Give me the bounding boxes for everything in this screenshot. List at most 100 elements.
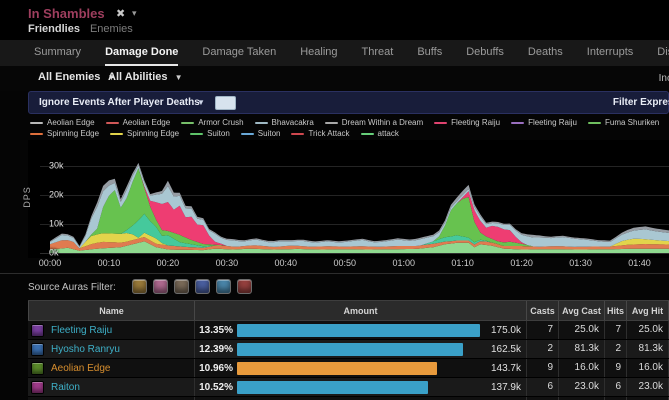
damage-bar	[237, 324, 480, 337]
chevron-down-icon: ▼	[175, 73, 183, 82]
tab-debuffs[interactable]: Debuffs	[466, 40, 504, 66]
report-tab-bar: Summary Damage Done Damage Taken Healing Thr…	[0, 40, 669, 66]
legend-item-bhavacakra[interactable]: Bhavacakra	[255, 118, 314, 127]
chevron-down-icon: ▼	[197, 98, 205, 107]
aura-icon-1[interactable]	[132, 279, 147, 294]
legend-color-mark	[325, 122, 338, 124]
avg-hit-cell: 25.0k	[627, 321, 669, 339]
y-tick-10k: 10k	[49, 219, 64, 229]
aura-icon-5[interactable]	[216, 279, 231, 294]
table-row-raiton[interactable]: Raiton10.52%137.9k623.0k623.0k	[28, 378, 669, 397]
enemies-dropdown-label: All Enemies	[38, 71, 100, 83]
tab-threat[interactable]: Threat	[362, 40, 394, 66]
legend-color-mark	[30, 133, 43, 135]
y-tick-0k: 0k	[49, 248, 59, 258]
column-header-hits[interactable]: Hits	[605, 301, 627, 320]
legend-color-mark	[255, 122, 268, 124]
x-tick-00-10: 00:10	[98, 258, 121, 268]
legend-color-mark	[190, 133, 203, 135]
legend-item-spinning-edge[interactable]: Spinning Edge	[30, 129, 99, 138]
table-row-fleeting-raiju[interactable]: Fleeting Raiju13.35%175.0k725.0k725.0k	[28, 321, 669, 340]
aura-icon-2[interactable]	[153, 279, 168, 294]
ignore-deaths-bar: Ignore Events After Player Deaths ▼ Filt…	[28, 91, 669, 114]
ability-name-link[interactable]: Raiton	[51, 382, 80, 393]
legend-item-label: attack	[378, 129, 399, 138]
legend-color-mark	[241, 133, 254, 135]
casts-cell: 7	[527, 321, 559, 339]
ignore-deaths-toggle[interactable]	[215, 96, 236, 110]
legend-item-suiton[interactable]: Suiton	[241, 129, 281, 138]
legend-item-label: Suiton	[258, 129, 281, 138]
amount-cell: 10.52%137.9k	[195, 378, 527, 396]
table-row-aeolian-edge[interactable]: Aeolian Edge10.96%143.7k916.0k916.0k	[28, 359, 669, 378]
x-tick-01-20: 01:20	[510, 258, 533, 268]
tab-dispels[interactable]: Dispels	[657, 40, 669, 66]
close-icon[interactable]: ✖	[116, 7, 125, 20]
tab-damage-done[interactable]: Damage Done	[105, 40, 178, 66]
dps-stacked-area-chart[interactable]: DPS 0k10k20k30k	[28, 140, 669, 258]
chart-plot-area[interactable]	[28, 140, 669, 258]
legend-item-armor-crush[interactable]: Armor Crush	[181, 118, 243, 127]
legend-item-aeolian-edge[interactable]: Aeolian Edge	[106, 118, 171, 127]
damage-bar	[237, 362, 437, 375]
legend-item-label: Armor Crush	[198, 118, 243, 127]
tab-summary[interactable]: Summary	[34, 40, 81, 66]
enemies-dropdown[interactable]: All Enemies ▼	[38, 71, 115, 83]
ignore-deaths-label[interactable]: Ignore Events After Player Deaths	[39, 97, 200, 108]
legend-item-suiton[interactable]: Suiton	[190, 129, 230, 138]
subnav-item-friendlies[interactable]: Friendlies	[28, 23, 80, 35]
legend-item-label: Suiton	[207, 129, 230, 138]
name-cell: Raiton	[28, 378, 195, 396]
x-tick-00-20: 00:20	[157, 258, 180, 268]
legend-color-mark	[291, 133, 304, 135]
ability-name-link[interactable]: Fleeting Raiju	[51, 325, 112, 336]
aura-icon-4[interactable]	[195, 279, 210, 294]
filter-expression-link[interactable]: Filter Expression	[613, 97, 669, 108]
damage-amount: 137.9k	[480, 382, 526, 393]
legend-item-aeolian-edge[interactable]: Aeolian Edge	[30, 118, 95, 127]
ability-name-link[interactable]: Aeolian Edge	[51, 363, 111, 374]
legend-item-label: Fleeting Raiju	[528, 118, 577, 127]
divider	[0, 273, 669, 274]
aura-icon-6[interactable]	[237, 279, 252, 294]
abilities-dropdown[interactable]: All Abilities ▼	[108, 71, 182, 83]
legend-item-attack[interactable]: attack	[361, 129, 399, 138]
hits-cell: 7	[605, 321, 627, 339]
tab-deaths[interactable]: Deaths	[528, 40, 563, 66]
legend-item-label: Trick Attack	[308, 129, 349, 138]
legend-item-label: Fleeting Raiju	[451, 118, 500, 127]
column-header-name[interactable]: Name	[28, 301, 195, 320]
tab-healing[interactable]: Healing	[300, 40, 337, 66]
table-row-hyosho-ranryu[interactable]: Hyosho Ranryu12.39%162.5k281.3k281.3k	[28, 340, 669, 359]
subnav-item-enemies[interactable]: Enemies	[90, 23, 133, 35]
chevron-down-icon[interactable]: ▾	[132, 8, 137, 19]
x-tick-01-10: 01:10	[451, 258, 474, 268]
x-tick-01-00: 01:00	[392, 258, 415, 268]
tab-interrupts[interactable]: Interrupts	[587, 40, 633, 66]
legend-item-fuma-shuriken[interactable]: Fuma Shuriken	[588, 118, 659, 127]
hits-cell: 2	[605, 340, 627, 358]
legend-item-trick-attack[interactable]: Trick Attack	[291, 129, 349, 138]
column-header-amount[interactable]: Amount	[195, 301, 527, 320]
avg-cast-cell: 81.3k	[559, 340, 605, 358]
damage-bar	[237, 343, 463, 356]
truncated-right-label[interactable]: Inc	[659, 73, 669, 84]
column-header-avg-hit[interactable]: Avg Hit	[627, 301, 669, 320]
legend-item-fleeting-raiju[interactable]: Fleeting Raiju	[434, 118, 500, 127]
aura-icon-3[interactable]	[174, 279, 189, 294]
damage-bar-track	[237, 381, 480, 394]
legend-item-label: Aeolian Edge	[123, 118, 171, 127]
avg-cast-cell: 25.0k	[559, 321, 605, 339]
column-header-casts[interactable]: Casts	[527, 301, 559, 320]
x-tick-00-50: 00:50	[333, 258, 356, 268]
legend-item-spinning-edge[interactable]: Spinning Edge	[110, 129, 179, 138]
tab-damage-taken[interactable]: Damage Taken	[202, 40, 276, 66]
ability-name-link[interactable]: Hyosho Ranryu	[51, 344, 120, 355]
abilities-dropdown-label: All Abilities	[108, 71, 168, 83]
legend-item-fleeting-raiju[interactable]: Fleeting Raiju	[511, 118, 577, 127]
legend-color-mark	[30, 122, 43, 124]
column-header-avg-cast[interactable]: Avg Cast	[559, 301, 605, 320]
damage-amount: 143.7k	[480, 363, 526, 374]
tab-buffs[interactable]: Buffs	[417, 40, 442, 66]
legend-item-dream-within-a-dream[interactable]: Dream Within a Dream	[325, 118, 423, 127]
